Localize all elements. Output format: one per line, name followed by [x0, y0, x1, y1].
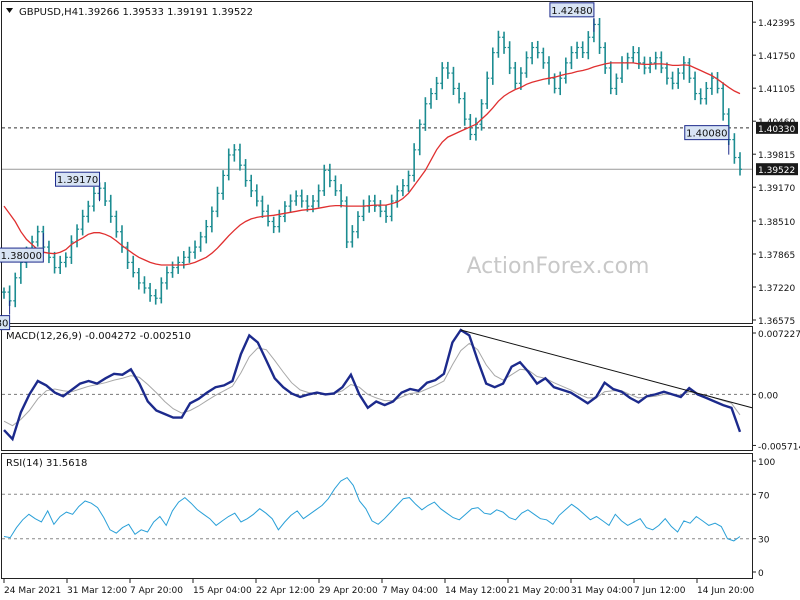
x-tick-label: 14 Jun 20:00	[697, 586, 754, 596]
x-tick-label: 7 Jun 12:00	[634, 586, 686, 596]
svg-text:1.40330: 1.40330	[758, 125, 795, 135]
price-y-tick-label: 1.39815	[758, 151, 795, 161]
price-y-tick-label: 1.36575	[758, 317, 795, 327]
x-tick-label: 29 Apr 20:00	[319, 586, 378, 596]
svg-text:1.42480: 1.42480	[551, 6, 592, 17]
watermark: ActionForex.com	[467, 254, 650, 279]
resistance-price-label: 1.40330	[756, 121, 798, 135]
svg-text:1.38000: 1.38000	[1, 251, 42, 262]
x-tick-label: 22 Apr 12:00	[256, 586, 315, 596]
price-y-tick-label: 1.39170	[758, 184, 795, 194]
rsi-y-tick-label: 0	[758, 569, 764, 579]
macd-label: MACD(12,26,9) -0.004272 -0.002510	[6, 331, 191, 342]
rsi-label: RSI(14) 31.5618	[6, 458, 87, 469]
svg-text:1.36680: 1.36680	[0, 319, 8, 330]
x-tick-label: 31 Mar 12:00	[67, 586, 127, 596]
x-tick-label: 7 Apr 20:00	[130, 586, 183, 596]
rsi-y-tick-label: 100	[758, 458, 775, 468]
price-y-tick-label: 1.41750	[758, 52, 795, 62]
price-y-tick-label: 1.38510	[758, 218, 795, 228]
price-y-tick-label: 1.37865	[758, 251, 795, 261]
svg-text:1.40080: 1.40080	[686, 129, 727, 140]
svg-text:1.39522: 1.39522	[758, 166, 795, 176]
macd-y-tick-label: 0.00	[758, 391, 778, 401]
price-y-tick-label: 1.37220	[758, 284, 795, 294]
price-y-tick-label: 1.41105	[758, 85, 795, 95]
current-price-label: 1.39522	[756, 163, 798, 176]
ohlc-readout: 1.39266 1.39533 1.39191 1.39522	[78, 7, 253, 18]
x-tick-label: 21 May 20:00	[508, 586, 570, 596]
x-tick-label: 24 Mar 2021	[4, 586, 61, 596]
price-y-tick-label: 1.42395	[758, 19, 795, 29]
chart-canvas: ActionForex.com GBPUSD,H4 1.39266 1.3953…	[0, 0, 800, 600]
macd-y-tick-label: 0.007227	[758, 330, 800, 340]
macd-y-tick-label: -0.005714	[758, 442, 800, 452]
x-tick-label: 15 Apr 04:00	[193, 586, 252, 596]
symbol-timeframe-label: GBPUSD,H4	[19, 7, 78, 18]
svg-text:1.39170: 1.39170	[57, 175, 98, 186]
x-tick-label: 31 May 04:00	[571, 586, 633, 596]
rsi-y-tick-label: 30	[758, 536, 770, 546]
x-tick-label: 7 May 04:00	[382, 586, 438, 596]
rsi-y-tick-label: 70	[758, 491, 770, 501]
x-tick-label: 14 May 12:00	[445, 586, 507, 596]
